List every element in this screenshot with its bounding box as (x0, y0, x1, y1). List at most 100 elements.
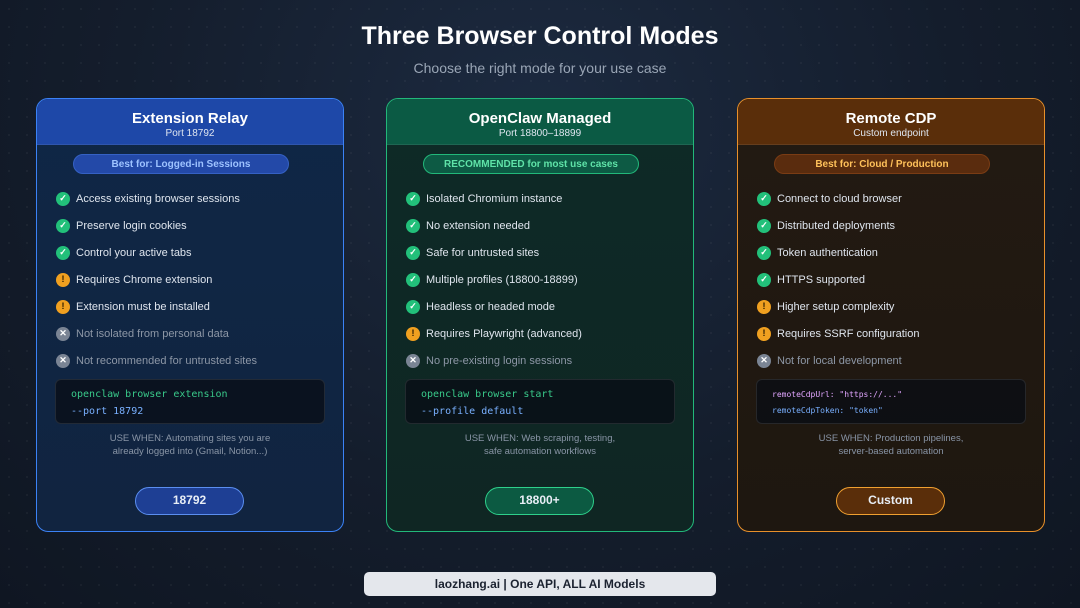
card-port: Custom endpoint (853, 128, 929, 139)
feature-item: ✓ Multiple profiles (18800-18899) (406, 266, 683, 293)
feature-item: ! Higher setup complexity (757, 293, 1034, 320)
port-button[interactable]: 18792 (135, 487, 244, 515)
warning-icon: ! (56, 299, 70, 314)
feature-text: Requires SSRF configuration (777, 327, 920, 340)
use-when-line: USE WHEN: Web scraping, testing, (464, 433, 616, 444)
code-line: openclaw browser extension (71, 389, 228, 400)
feature-item: ✓ Isolated Chromium instance (406, 185, 683, 212)
custom-button[interactable]: Custom (836, 487, 945, 515)
warning-icon: ! (757, 299, 771, 314)
feature-list: ✓ Isolated Chromium instance ✓ No extension… (406, 185, 683, 374)
feature-text: Headless or headed mode (426, 300, 556, 313)
code-line: --port 18792 (71, 406, 144, 417)
feature-text: Access existing browser sessions (76, 192, 240, 205)
feature-item: ✓ Connect to cloud browser (757, 185, 1034, 212)
feature-text: Token authentication (777, 246, 878, 259)
check-icon: ✓ (406, 299, 420, 314)
card-remote-cdp: Remote CDP Custom endpoint Best for: Clo… (737, 98, 1045, 532)
feature-item: ✕ Not isolated from personal data (56, 320, 333, 347)
feature-text: Safe for untrusted sites (426, 246, 540, 259)
feature-item: ✓ Headless or headed mode (406, 293, 683, 320)
use-when-text: USE WHEN: Automating sites you are alrea… (37, 432, 343, 458)
warning-icon: ! (56, 272, 70, 287)
check-icon: ✓ (757, 272, 771, 287)
feature-item: ! Requires Playwright (advanced) (406, 320, 683, 347)
code-block: remoteCdpUrl: "https://..." remoteCdpTok… (756, 379, 1026, 424)
feature-text: Extension must be installed (76, 300, 210, 313)
card-port: Port 18800–18899 (498, 128, 582, 139)
cross-icon: ✕ (56, 353, 70, 368)
code-block: openclaw browser start --profile default (405, 379, 675, 424)
code-block: openclaw browser extension --port 18792 (55, 379, 325, 424)
feature-list: ✓ Connect to cloud browser ✓ Distributed de… (757, 185, 1034, 374)
recommended-badge: RECOMMENDED for most use cases (423, 154, 639, 174)
card-header: Remote CDP Custom endpoint (738, 99, 1044, 145)
use-when-line: safe automation workflows (484, 446, 596, 457)
cross-icon: ✕ (757, 353, 771, 368)
feature-item: ✓ Control your active tabs (56, 239, 333, 266)
code-line: remoteCdpUrl: "https://..." (772, 390, 903, 399)
feature-text: Connect to cloud browser (777, 192, 902, 205)
check-icon: ✓ (406, 191, 420, 206)
port-button[interactable]: 18800+ (485, 487, 594, 515)
feature-item: ✕ No pre-existing login sessions (406, 347, 683, 374)
feature-text: Control your active tabs (76, 246, 192, 259)
feature-item: ! Requires SSRF configuration (757, 320, 1034, 347)
card-title: OpenClaw Managed (468, 110, 612, 127)
check-icon: ✓ (406, 245, 420, 260)
card-title: Extension Relay (132, 110, 248, 127)
check-icon: ✓ (56, 245, 70, 260)
cross-icon: ✕ (406, 353, 420, 368)
check-icon: ✓ (406, 218, 420, 233)
feature-text: Not for local development (777, 354, 902, 367)
check-icon: ✓ (406, 272, 420, 287)
use-when-text: USE WHEN: Production pipelines, server-b… (738, 432, 1044, 458)
footer-banner: laozhang.ai | One API, ALL AI Models (364, 572, 716, 596)
feature-item: ✕ Not recommended for untrusted sites (56, 347, 333, 374)
card-header: Extension Relay Port 18792 (37, 99, 343, 145)
feature-text: Not recommended for untrusted sites (76, 354, 257, 367)
check-icon: ✓ (757, 245, 771, 260)
check-icon: ✓ (56, 218, 70, 233)
feature-list: ✓ Access existing browser sessions ✓ Preser… (56, 185, 333, 374)
use-when-line: USE WHEN: Automating sites you are (109, 433, 271, 444)
feature-text: Multiple profiles (18800-18899) (426, 273, 578, 286)
check-icon: ✓ (56, 191, 70, 206)
feature-item: ✓ HTTPS supported (757, 266, 1034, 293)
card-openclaw-managed: OpenClaw Managed Port 18800–18899 RECOMM… (386, 98, 694, 532)
best-for-badge: Best for: Logged-in Sessions (73, 154, 289, 174)
feature-item: ✓ Token authentication (757, 239, 1034, 266)
card-extension-relay: Extension Relay Port 18792 Best for: Log… (36, 98, 344, 532)
warning-icon: ! (406, 326, 420, 341)
code-line: remoteCdpToken: "token" (772, 406, 883, 415)
feature-text: Requires Chrome extension (76, 273, 213, 286)
feature-item: ✓ No extension needed (406, 212, 683, 239)
feature-text: Not isolated from personal data (76, 327, 229, 340)
card-port: Port 18792 (165, 128, 215, 139)
feature-item: ✓ Access existing browser sessions (56, 185, 333, 212)
code-line: openclaw browser start (421, 389, 554, 400)
use-when-text: USE WHEN: Web scraping, testing, safe au… (387, 432, 693, 458)
feature-item: ! Requires Chrome extension (56, 266, 333, 293)
feature-item: ✓ Safe for untrusted sites (406, 239, 683, 266)
feature-item: ✕ Not for local development (757, 347, 1034, 374)
use-when-line: already logged into (Gmail, Notion...) (112, 446, 268, 457)
use-when-line: USE WHEN: Production pipelines, (818, 433, 964, 444)
feature-item: ✓ Preserve login cookies (56, 212, 333, 239)
card-header: OpenClaw Managed Port 18800–18899 (387, 99, 693, 145)
feature-text: Distributed deployments (777, 219, 896, 232)
check-icon: ✓ (757, 218, 771, 233)
feature-text: HTTPS supported (777, 273, 866, 286)
feature-text: No pre-existing login sessions (426, 354, 573, 367)
page-title: Three Browser Control Modes (361, 22, 719, 50)
warning-icon: ! (757, 326, 771, 341)
best-for-badge: Best for: Cloud / Production (774, 154, 990, 174)
feature-text: Isolated Chromium instance (426, 192, 563, 205)
feature-item: ✓ Distributed deployments (757, 212, 1034, 239)
feature-text: Higher setup complexity (777, 300, 895, 313)
code-line: --profile default (421, 406, 524, 417)
feature-text: No extension needed (426, 219, 530, 232)
card-title: Remote CDP (845, 110, 937, 127)
feature-text: Preserve login cookies (76, 219, 187, 232)
feature-item: ! Extension must be installed (56, 293, 333, 320)
